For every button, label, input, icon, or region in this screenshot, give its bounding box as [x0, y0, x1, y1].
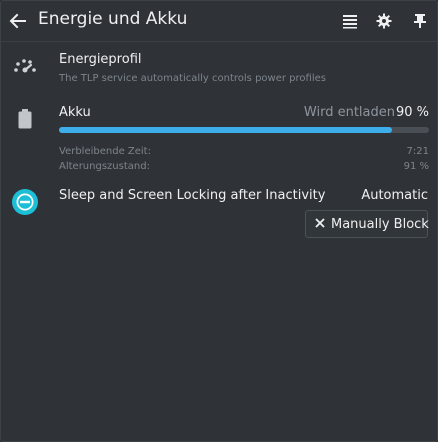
manually-block-label: Manually Block	[331, 217, 429, 232]
battery-charge-fill	[59, 127, 392, 133]
list-icon	[343, 15, 357, 29]
inhibit-icon	[12, 189, 38, 215]
battery-charge-bar	[59, 127, 429, 133]
sleep-mode: Automatic	[361, 188, 428, 203]
energy-popup: Energie und Akku Energieprofil The TLP s…	[0, 0, 438, 442]
speedometer-icon	[14, 59, 36, 73]
pin-button[interactable]	[410, 11, 430, 31]
manually-block-button[interactable]: Manually Block	[305, 210, 429, 238]
gear-icon	[376, 13, 392, 29]
battery-icon	[18, 109, 32, 129]
sleep-title: Sleep and Screen Locking after Inactivit…	[59, 188, 326, 203]
energy-profile-title: Energieprofil	[59, 52, 142, 67]
pin-icon	[414, 14, 426, 28]
remaining-time-label: Verbleibende Zeit:	[59, 146, 151, 157]
settings-button[interactable]	[374, 11, 394, 31]
remaining-time-value: 7:21	[406, 146, 429, 157]
battery-health-label: Alterungszustand:	[59, 161, 150, 172]
battery-health-value: 91 %	[403, 161, 429, 172]
close-icon	[315, 218, 325, 228]
popup-header: Energie und Akku	[1, 1, 437, 42]
back-button[interactable]	[8, 11, 28, 31]
back-arrow-icon	[9, 13, 26, 29]
list-view-button[interactable]	[340, 11, 360, 31]
energy-profile-description: The TLP service automatically controls p…	[59, 73, 326, 84]
battery-title: Akku	[59, 105, 91, 120]
battery-status: Wird entladen	[303, 105, 395, 120]
battery-percent: 90 %	[395, 105, 429, 120]
page-title: Energie und Akku	[38, 9, 188, 29]
